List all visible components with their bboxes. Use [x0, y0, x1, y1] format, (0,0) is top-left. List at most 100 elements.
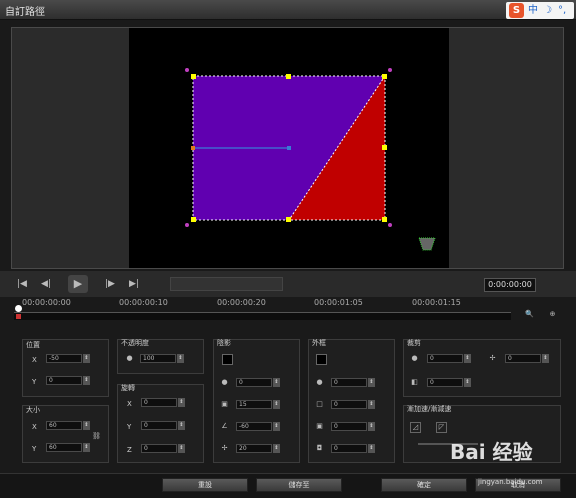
stepper-icon[interactable]: ⇕	[178, 398, 185, 407]
position-label: 位置	[26, 341, 40, 349]
save-as-button[interactable]: 儲存至	[256, 478, 342, 492]
stepper-icon[interactable]: ⇕	[178, 421, 185, 430]
clip-field-3[interactable]: 0	[427, 378, 463, 387]
position-y-field[interactable]: 0	[46, 376, 82, 385]
size-label: 大小	[26, 406, 40, 414]
clip-panel	[403, 339, 561, 397]
timecode-display[interactable]: 0:00:00:00	[484, 278, 536, 292]
watermark-url: jingyan.baidu.com	[478, 478, 543, 486]
border-label: 外框	[312, 339, 326, 347]
keyframe-marker[interactable]	[16, 314, 21, 319]
stepper-icon[interactable]: ⇕	[368, 378, 375, 387]
stepper-icon[interactable]: ⇕	[368, 422, 375, 431]
last-frame-icon[interactable]: ▶|	[126, 276, 142, 292]
path-overlay[interactable]	[129, 28, 449, 268]
y-label: Y	[32, 445, 37, 453]
shadow-field-4[interactable]: 20	[236, 444, 272, 453]
ease-label: 漸加速/漸減速	[407, 405, 452, 413]
ime-lang[interactable]: 中	[528, 3, 538, 18]
link-icon[interactable]: ⛓	[92, 432, 101, 441]
stepper-icon[interactable]: ⇕	[178, 444, 185, 453]
size-x-field[interactable]: 60	[46, 421, 82, 430]
window-title: 自訂路徑	[5, 7, 45, 18]
stepper-icon[interactable]: ⇕	[83, 376, 90, 385]
border-radius-icon: ◘	[316, 444, 323, 452]
shadow-distance-icon: ✢	[221, 444, 228, 452]
title-bar	[0, 0, 576, 20]
shadow-field-1[interactable]: 0	[236, 378, 272, 387]
opacity-label: 不透明度	[121, 339, 149, 347]
move-icon: ✢	[489, 354, 496, 362]
border-opacity-icon: ●	[316, 378, 323, 386]
size-y-field[interactable]: 60	[46, 443, 82, 452]
watermark-logo: Bai 经验	[450, 440, 533, 464]
shadow-label: 陰影	[217, 339, 231, 347]
punct-icon[interactable]: °,	[558, 3, 566, 18]
timeline-ruler: 00:00:00:00 00:00:00:10 00:00:00:20 00:0…	[14, 298, 512, 312]
play-button[interactable]: ▶	[68, 275, 88, 293]
shadow-blur-icon: ▣	[221, 400, 228, 408]
stepper-icon[interactable]: ⇕	[464, 354, 471, 363]
stepper-icon[interactable]: ⇕	[273, 444, 280, 453]
rotation-y-field[interactable]: 0	[141, 421, 177, 430]
border-field-2[interactable]: 0	[331, 400, 367, 409]
z-label: Z	[127, 446, 132, 454]
stepper-icon[interactable]: ⇕	[368, 444, 375, 453]
ruler-tick: 00:00:01:15	[412, 298, 461, 307]
moon-icon[interactable]: ☽	[543, 3, 552, 18]
keyframe-toolbar[interactable]	[170, 277, 283, 291]
stepper-icon[interactable]: ⇕	[273, 422, 280, 431]
border-width-icon: □	[316, 400, 323, 408]
border-color-swatch[interactable]	[316, 354, 327, 365]
ruler-tick: 00:00:00:00	[22, 298, 71, 307]
shadow-color-swatch[interactable]	[222, 354, 233, 365]
shadow-field-3[interactable]: -60	[236, 422, 272, 431]
ease-out-icon[interactable]: ◸	[436, 422, 447, 433]
stepper-icon[interactable]: ⇕	[177, 354, 184, 363]
playhead[interactable]	[15, 305, 22, 312]
y-label: Y	[32, 378, 37, 386]
stepper-icon[interactable]: ⇕	[542, 354, 549, 363]
border-field-3[interactable]: 0	[331, 422, 367, 431]
clip-side-icon: ◧	[411, 378, 418, 386]
position-x-field[interactable]: -50	[46, 354, 82, 363]
ime-toolbar[interactable]: S 中 ☽ °,	[506, 2, 574, 19]
first-frame-icon[interactable]: |◀	[14, 276, 30, 292]
stepper-icon[interactable]: ⇕	[83, 354, 90, 363]
next-frame-icon[interactable]: |▶	[102, 276, 118, 292]
border-blur-icon: ▣	[316, 422, 323, 430]
stepper-icon[interactable]: ⇕	[83, 421, 90, 430]
x-label: X	[32, 423, 37, 431]
stepper-icon[interactable]: ⇕	[273, 400, 280, 409]
x-label: X	[32, 356, 37, 364]
rotation-x-field[interactable]: 0	[141, 398, 177, 407]
preview-canvas[interactable]	[129, 28, 449, 268]
clip-label: 裁剪	[407, 339, 421, 347]
keyframe-track[interactable]	[14, 312, 511, 320]
border-field-1[interactable]: 0	[331, 378, 367, 387]
shadow-opacity-icon: ●	[221, 378, 228, 386]
rotation-label: 旋轉	[121, 384, 135, 392]
shadow-field-2[interactable]: 15	[236, 400, 272, 409]
stepper-icon[interactable]: ⇕	[273, 378, 280, 387]
stepper-icon[interactable]: ⇕	[464, 378, 471, 387]
rotation-z-field[interactable]: 0	[141, 444, 177, 453]
border-field-4[interactable]: 0	[331, 444, 367, 453]
clip-field-1[interactable]: 0	[427, 354, 463, 363]
reset-button[interactable]: 重設	[162, 478, 248, 492]
opacity-field[interactable]: 100	[140, 354, 176, 363]
ime-logo[interactable]: S	[509, 3, 524, 18]
y-label: Y	[127, 423, 132, 431]
previous-frame-icon[interactable]: ◀|	[38, 276, 54, 292]
stepper-icon[interactable]: ⇕	[368, 400, 375, 409]
clip-top-icon: ●	[411, 354, 418, 362]
zoom-out-icon[interactable]: 🔍	[525, 310, 534, 319]
zoom-in-icon[interactable]: ⊕	[548, 310, 557, 319]
ruler-tick: 00:00:00:10	[119, 298, 168, 307]
ok-button[interactable]: 確定	[381, 478, 467, 492]
ease-in-icon[interactable]: ◿	[410, 422, 421, 433]
stepper-icon[interactable]: ⇕	[83, 443, 90, 452]
x-label: X	[127, 400, 132, 408]
clip-field-2[interactable]: 0	[505, 354, 541, 363]
ruler-tick: 00:00:01:05	[314, 298, 363, 307]
